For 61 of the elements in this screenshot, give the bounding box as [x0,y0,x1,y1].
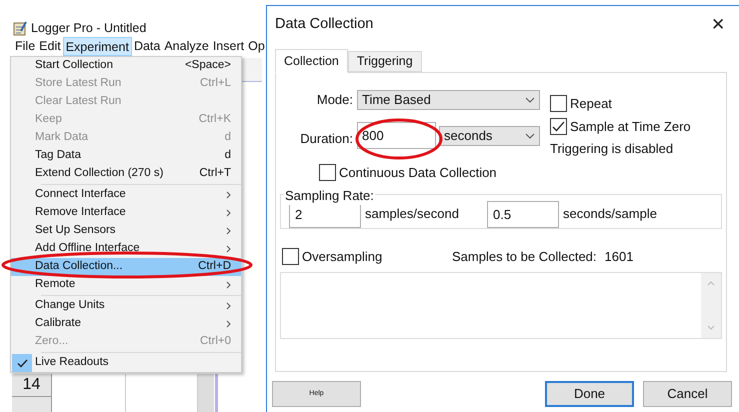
chevron-right-icon [226,227,231,235]
cancel-button[interactable]: Cancel [643,381,732,407]
chevron-down-icon [525,132,535,138]
chevron-right-icon [226,245,231,253]
chevron-right-icon [226,191,231,199]
tab[interactable]: Triggering [348,51,422,72]
chevron-down-icon [525,97,535,103]
unit-select[interactable]: seconds [439,126,540,146]
menu-item[interactable]: Remote [11,276,241,294]
menu-bar-item[interactable]: File [13,37,38,56]
scrollbar[interactable] [198,374,214,412]
checkmark-icon [12,354,32,372]
menu-item[interactable]: Change Units [11,297,241,315]
triggering-status: Triggering is disabled [550,140,674,158]
mode-select[interactable]: Time Based [357,90,540,110]
checkbox-label: Repeat [570,95,612,113]
checkbox[interactable] [282,248,299,265]
checkbox-label: Sample at Time Zero [570,118,691,136]
tab[interactable]: Collection [275,49,348,73]
checkmark-icon [552,120,565,132]
notepad-icon [13,20,27,36]
scrollbar[interactable] [701,273,721,338]
menu-bar-item[interactable]: Experiment [62,37,132,56]
row-number: 14 [12,374,51,397]
menu-bar-item[interactable]: Analyze [162,37,211,56]
menu-item[interactable]: Remove Interface [11,204,241,222]
chevron-right-icon [226,302,231,310]
menu-item[interactable]: Set Up Sensors [11,222,241,240]
checkbox[interactable] [550,118,567,135]
checkbox[interactable] [550,95,567,112]
period-field[interactable]: 0.5 [487,200,559,228]
menu-bar-item[interactable]: Data [132,37,162,56]
duration-field[interactable]: 800 [357,122,436,149]
menu-bar-item[interactable]: Insert [210,37,246,56]
menu-bar-item[interactable]: Edit [37,37,63,56]
period-unit: seconds/sample [563,205,657,224]
menu-item[interactable]: Add Offline Interface [11,240,241,258]
menu-item[interactable]: Start Collection <Space> [11,57,241,75]
samples-count: 1601 [604,248,634,266]
checkbox-label: Continuous Data Collection [339,164,497,182]
rate-unit: samples/second [365,205,460,224]
menu-item[interactable]: Extend Collection (270 s) Ctrl+T [11,165,241,183]
samples-label: Samples to be Collected: [452,248,597,266]
menu-item[interactable]: Live Readouts [11,354,241,372]
menu-item[interactable]: Calibrate [11,315,241,333]
menu-item[interactable]: Connect Interface [11,186,241,204]
window-title: Logger Pro - Untitled [31,20,146,37]
close-button[interactable]: ✕ [711,12,725,38]
duration-label: Duration: [299,130,354,148]
checkbox[interactable] [319,164,336,182]
chevron-right-icon [226,209,231,217]
scroll-down-icon [707,325,715,330]
menu-bar-item[interactable]: Op [246,37,267,56]
chevron-right-icon [226,320,231,328]
mode-label: Mode: [316,91,354,110]
scroll-up-icon [707,281,715,286]
menu-item[interactable]: Tag Data d [11,147,241,165]
done-button[interactable]: Done [545,381,634,407]
checkbox-label: Oversampling [302,248,382,266]
dialog-title: Data Collection [275,14,374,34]
chevron-right-icon [226,281,231,289]
